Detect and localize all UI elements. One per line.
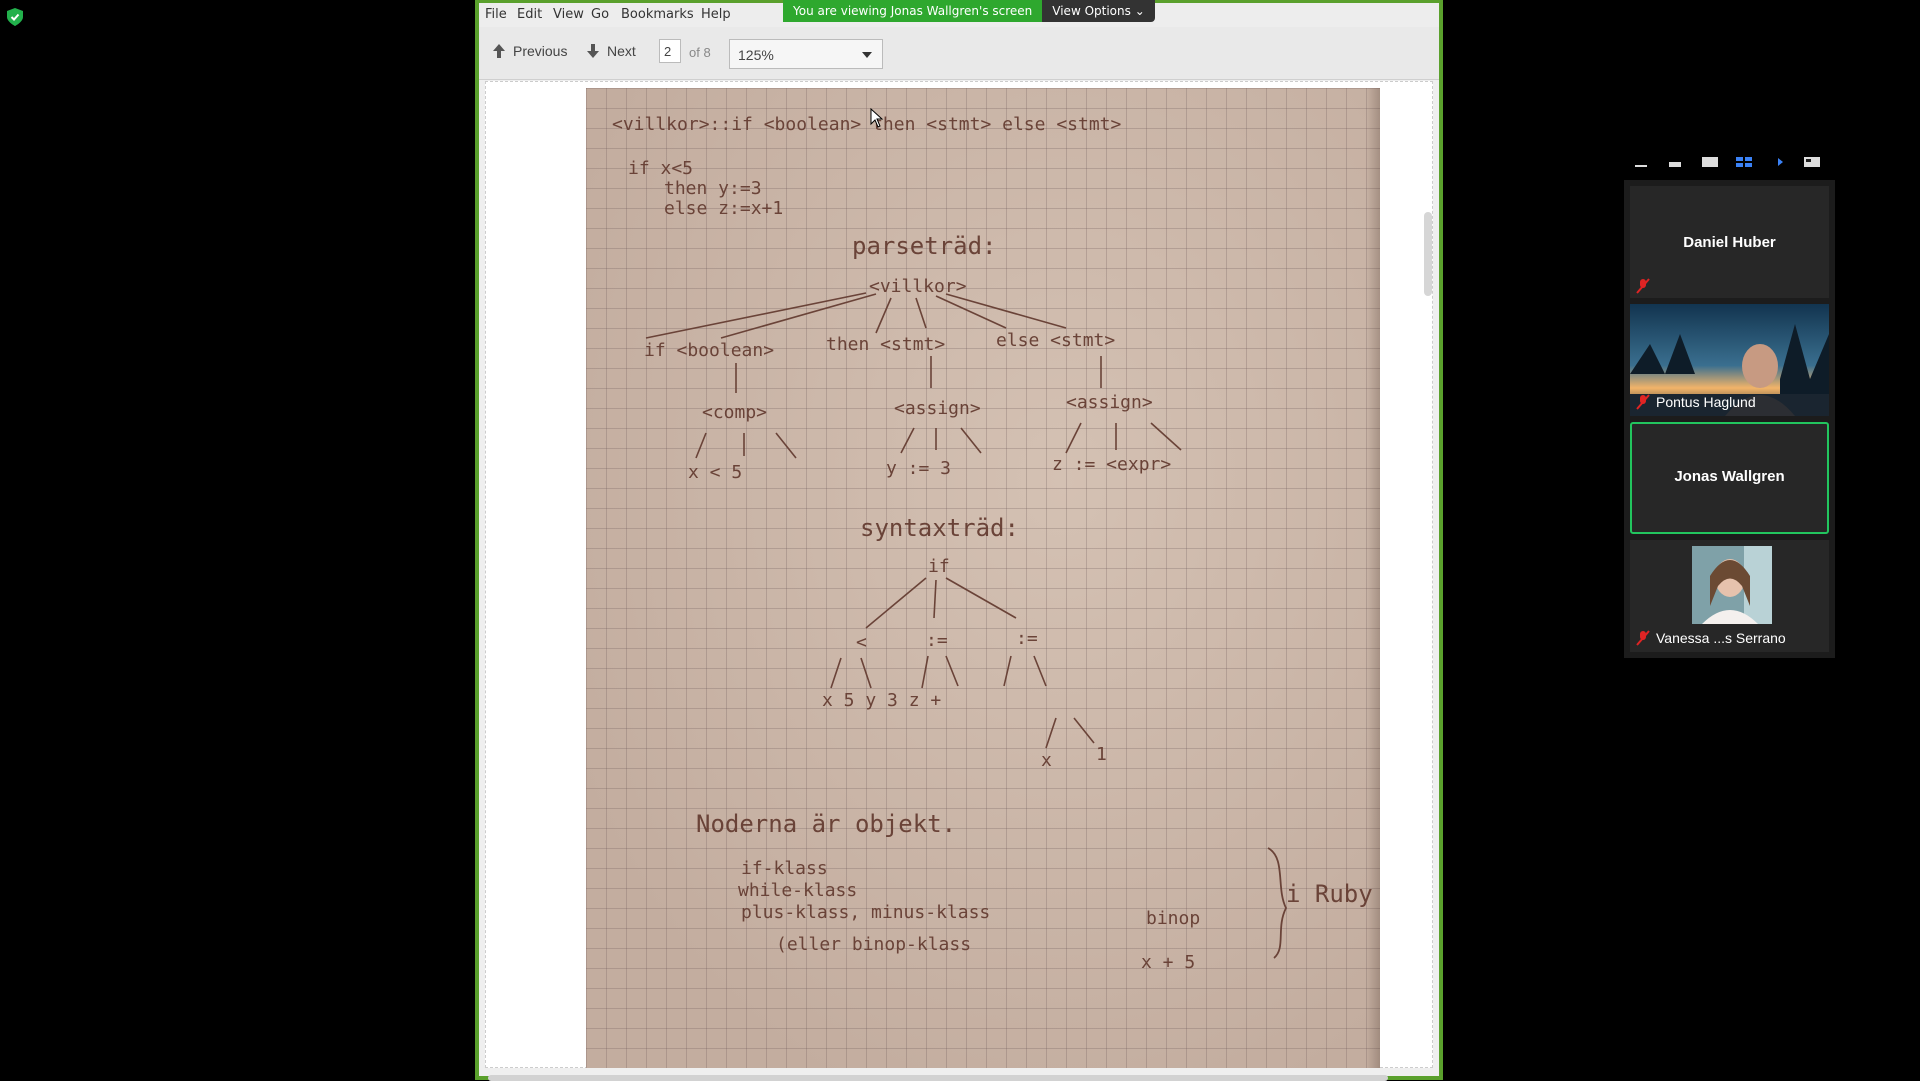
handwritten-notes: <villkor>::if <boolean> then <stmt> else… [612, 114, 1373, 973]
mouse-cursor-icon [870, 108, 884, 128]
horizontal-scrollbar[interactable] [488, 1075, 1388, 1081]
parse-node-assign-2: <assign> [1066, 392, 1153, 413]
participant-tile[interactable]: Pontus Haglund [1630, 304, 1829, 416]
ruby-note: i Ruby [1286, 880, 1373, 908]
syntax-node-assign1: := [926, 630, 948, 651]
menu-bookmarks[interactable]: Bookmarks [621, 7, 694, 22]
participant-name: Jonas Wallgren [1674, 468, 1785, 485]
menu-help[interactable]: Help [701, 7, 731, 22]
viewing-message: You are viewing Jonas Wallgren's screen [783, 0, 1043, 22]
syntax-node-if: if [928, 556, 950, 577]
shield-icon [7, 8, 23, 26]
participant-status: Pontus Haglund [1636, 394, 1756, 410]
exit-fullscreen-icon[interactable] [1802, 154, 1822, 168]
arrow-up-icon [493, 44, 505, 58]
parse-node-assign-1: <assign> [894, 398, 981, 419]
brace-mark [1267, 847, 1288, 959]
participant-name: Pontus Haglund [1656, 394, 1756, 410]
participant-tile-active-speaker[interactable]: Jonas Wallgren [1630, 422, 1829, 534]
menu-file[interactable]: File [485, 7, 507, 22]
page-number-input[interactable]: 2 [659, 39, 681, 63]
arrow-down-icon [587, 44, 599, 58]
class-while: while-klass [738, 880, 857, 901]
parse-node-then: then <stmt> [826, 334, 945, 355]
parse-leaf-z: z := <expr> [1052, 454, 1171, 475]
mic-muted-icon [1636, 630, 1650, 646]
document-viewport[interactable]: <villkor>::if <boolean> then <stmt> else… [485, 81, 1433, 1081]
binop-leaves: x + 5 [1141, 952, 1195, 973]
participant-tile[interactable]: Daniel Huber [1630, 186, 1829, 298]
participant-tile[interactable]: Vanessa ...s Serrano [1630, 540, 1829, 652]
parse-leaf-y: y := 3 [886, 458, 951, 479]
screen-share-banner: You are viewing Jonas Wallgren's screen … [783, 0, 1155, 22]
code-line-2: then y:=3 [664, 178, 762, 199]
next-label: Next [607, 43, 636, 59]
syntax-leaf-1: 1 [1096, 744, 1107, 765]
viewer-toolbar: Previous Next 2 of 8 125% [479, 27, 1439, 80]
gallery-layout-controls [1632, 154, 1822, 168]
page-total-label: of 8 [689, 45, 711, 60]
syntax-leaves: x 5 y 3 z + [822, 690, 941, 711]
syntax-leaf-x: x [1041, 750, 1052, 771]
syntax-tree-title: syntaxträd: [860, 514, 1019, 542]
code-line-3: else z:=x+1 [664, 198, 783, 219]
participant-status [1636, 278, 1650, 294]
chevron-down-icon: ⌄ [1134, 4, 1145, 18]
participant-video [1692, 546, 1772, 624]
shared-screen: File Edit View Go Bookmarks Help Previou… [475, 0, 1443, 1081]
document-page-photo: <villkor>::if <boolean> then <stmt> else… [586, 88, 1380, 1068]
syntax-node-assign2: := [1016, 628, 1038, 649]
menu-go[interactable]: Go [591, 7, 609, 22]
class-binop: (eller binop-klass [776, 934, 971, 955]
zoom-select[interactable]: 125% [729, 39, 883, 69]
syntax-tree-edges [830, 577, 1095, 749]
parse-leaf-x: x < 5 [688, 462, 742, 483]
arrow-right-icon[interactable] [1768, 154, 1788, 168]
strip-view-icon[interactable] [1666, 154, 1686, 168]
zoom-value: 125% [738, 47, 774, 63]
gallery-view-icon[interactable] [1734, 154, 1754, 168]
mic-muted-icon [1636, 394, 1650, 410]
parse-tree-edges [645, 292, 1182, 459]
parse-tree-title: parseträd: [852, 232, 997, 260]
binop-node: binop [1146, 908, 1200, 929]
previous-button[interactable]: Previous [493, 43, 567, 59]
menu-edit[interactable]: Edit [517, 7, 542, 22]
vertical-scrollbar[interactable] [1424, 212, 1432, 296]
next-button[interactable]: Next [587, 43, 636, 59]
participant-status: Vanessa ...s Serrano [1636, 630, 1786, 646]
syntax-node-lt: < [856, 632, 867, 653]
participant-name: Vanessa ...s Serrano [1656, 630, 1786, 646]
speaker-view-icon[interactable] [1700, 154, 1720, 168]
parse-node-else: else <stmt> [996, 330, 1115, 351]
view-options-button[interactable]: View Options ⌄ [1042, 0, 1155, 22]
code-line-1: if x<5 [628, 158, 693, 179]
previous-label: Previous [513, 43, 568, 59]
participant-name: Daniel Huber [1683, 234, 1776, 251]
class-plus-minus: plus-klass, minus-klass [741, 902, 990, 923]
mic-muted-icon [1636, 278, 1650, 294]
class-if: if-klass [741, 858, 828, 879]
participant-gallery: Daniel Huber Pontus Haglund Jonas Wallgr… [1624, 180, 1835, 658]
parse-node-comp: <comp> [702, 402, 767, 423]
grammar-rule: <villkor>::if <boolean> then <stmt> else… [612, 114, 1121, 135]
parse-node-villkor: <villkor> [869, 276, 967, 297]
minimize-icon[interactable] [1632, 154, 1652, 168]
menu-view[interactable]: View [553, 7, 584, 22]
chevron-down-icon [862, 52, 872, 58]
objects-title: Noderna är objekt. [696, 810, 956, 838]
view-options-label: View Options [1052, 4, 1131, 18]
parse-node-if: if <boolean> [644, 340, 774, 361]
